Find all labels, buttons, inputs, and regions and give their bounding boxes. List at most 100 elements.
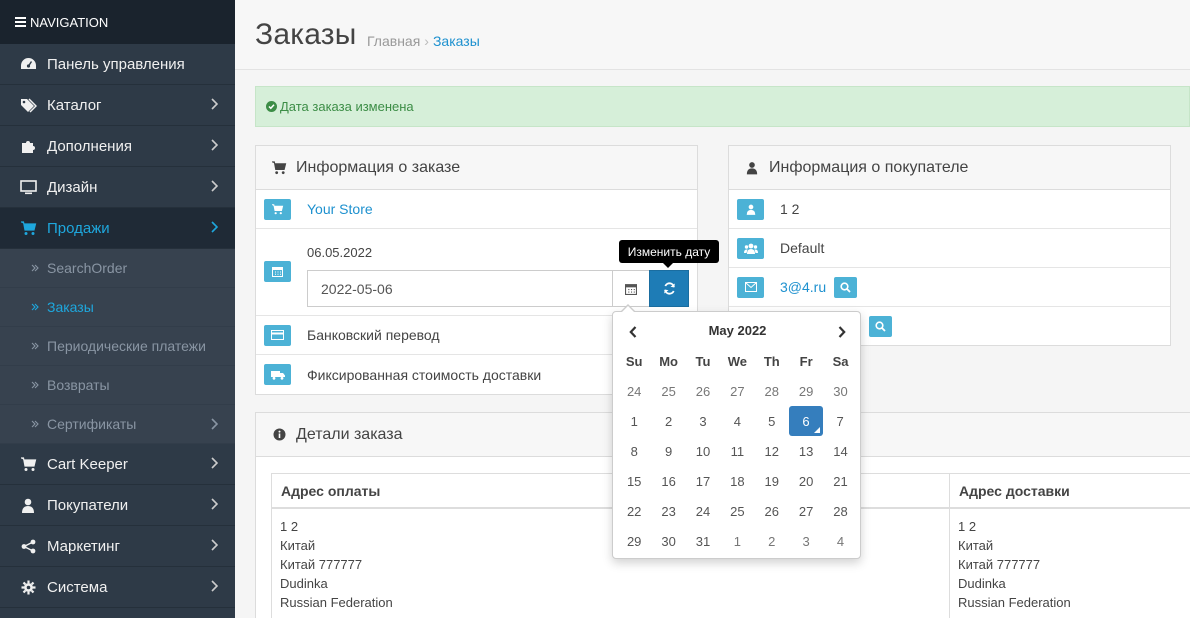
email-search-button[interactable] (834, 277, 857, 298)
day-cell[interactable]: 24 (686, 496, 720, 526)
day-cell[interactable]: 26 (755, 496, 789, 526)
day-cell[interactable]: 9 (651, 436, 685, 466)
day-cell[interactable]: 15 (617, 466, 651, 496)
customer-email-link[interactable]: 3@4.ru (780, 279, 826, 295)
panel-title: Детали заказа (296, 425, 403, 443)
day-cell[interactable]: 21 (823, 466, 857, 496)
hamburger-icon (15, 15, 26, 29)
day-cell[interactable]: 25 (651, 376, 685, 406)
day-cell[interactable]: 1 (720, 526, 754, 556)
day-cell[interactable]: 7 (823, 406, 857, 436)
chevron-right-icon (211, 580, 218, 592)
address-line: Russian Federation (958, 595, 1071, 610)
user-icon (19, 496, 37, 514)
datepicker-grid: Su Mo Tu We Th Fr Sa 24 25 26 27 28 29 30 1 2 3 4 5 6 7 8 9 10 1… (617, 346, 858, 556)
sidebar-item-customers[interactable]: Покупатели (0, 485, 235, 526)
day-cell[interactable]: 13 (789, 436, 823, 466)
sidebar-item-extensions[interactable]: Дополнения (0, 126, 235, 167)
day-cell[interactable]: 14 (823, 436, 857, 466)
day-cell[interactable]: 16 (651, 466, 685, 496)
day-cell[interactable]: 8 (617, 436, 651, 466)
chevron-right-icon (211, 180, 218, 192)
sidebar-item-design[interactable]: Дизайн (0, 167, 235, 208)
day-cell[interactable]: 2 (651, 406, 685, 436)
sidebar-subitem-returns[interactable]: Возвраты (0, 366, 235, 405)
users-icon (737, 237, 764, 259)
customer-group-row: Default (729, 229, 1170, 268)
check-circle-icon (266, 101, 277, 112)
sidebar-item-marketing[interactable]: Маркетинг (0, 526, 235, 567)
double-chevron-icon (31, 381, 39, 389)
store-link[interactable]: Your Store (307, 201, 373, 217)
customer-name-row: 1 2 (729, 190, 1170, 229)
alert-text: Дата заказа изменена (280, 99, 414, 114)
weekday-label: Mo (659, 353, 678, 369)
weekday-label: Su (625, 353, 643, 369)
order-date-input[interactable]: 2022-05-06 (307, 270, 613, 307)
next-month-button[interactable] (832, 322, 852, 342)
day-cell[interactable]: 28 (755, 376, 789, 406)
calendar-icon (625, 283, 637, 295)
day-cell[interactable]: 24 (617, 376, 651, 406)
day-cell[interactable]: 25 (720, 496, 754, 526)
breadcrumb-home[interactable]: Главная (367, 33, 420, 49)
phone-search-button[interactable] (869, 316, 892, 337)
sidebar-item-dashboard[interactable]: Панель управления (0, 44, 235, 85)
day-cell[interactable]: 27 (789, 496, 823, 526)
week-row: 8 9 10 11 12 13 14 (617, 436, 858, 466)
day-cell[interactable]: 2 (755, 526, 789, 556)
day-cell[interactable]: 4 (823, 526, 857, 556)
address-line: Китай 777777 (958, 557, 1041, 572)
breadcrumb-current[interactable]: Заказы (433, 33, 480, 49)
truck-icon (264, 364, 291, 385)
day-cell[interactable]: 18 (720, 466, 754, 496)
address-line: Китай 777777 (280, 557, 363, 572)
day-cell[interactable]: 10 (686, 436, 720, 466)
day-cell[interactable]: 20 (789, 466, 823, 496)
day-cell[interactable]: 6 (788, 406, 823, 436)
sidebar-item-cart-keeper[interactable]: Cart Keeper (0, 444, 235, 485)
sidebar-subitem-orders[interactable]: Заказы (0, 288, 235, 327)
nav-header[interactable]: NAVIGATION (0, 0, 235, 44)
payment-method: Банковский перевод (307, 327, 440, 343)
share-icon (19, 537, 37, 555)
day-cell[interactable]: 31 (686, 526, 720, 556)
day-cell[interactable]: 12 (755, 436, 789, 466)
sidebar-subitem-vouchers[interactable]: Сертификаты (0, 405, 235, 444)
customer-email-row: 3@4.ru (729, 268, 1170, 307)
day-cell[interactable]: 28 (823, 496, 857, 526)
chevron-right-icon (211, 457, 218, 469)
table-border (271, 509, 272, 618)
day-cell[interactable]: 1 (617, 406, 651, 436)
sidebar-subitem-label: Периодические платежи (47, 338, 206, 354)
day-cell[interactable]: 4 (720, 406, 754, 436)
day-cell[interactable]: 26 (686, 376, 720, 406)
day-cell[interactable]: 29 (617, 526, 651, 556)
sidebar-subitem-recurring[interactable]: Периодические платежи (0, 327, 235, 366)
chevron-right-icon (211, 139, 218, 151)
day-cell[interactable]: 19 (755, 466, 789, 496)
day-cell[interactable]: 23 (651, 496, 685, 526)
day-cell[interactable]: 22 (617, 496, 651, 526)
sidebar-item-system[interactable]: Система (0, 567, 235, 608)
day-cell[interactable]: 27 (720, 376, 754, 406)
refresh-date-button[interactable] (649, 270, 689, 307)
day-cell[interactable]: 3 (789, 526, 823, 556)
weekday-label: We (727, 353, 747, 369)
shipping-address-header: Адрес доставки (949, 473, 1190, 509)
day-cell[interactable]: 3 (686, 406, 720, 436)
sidebar-subitem-label: Возвраты (47, 377, 110, 393)
day-cell[interactable]: 29 (789, 376, 823, 406)
sidebar-item-catalog[interactable]: Каталог (0, 85, 235, 126)
day-cell[interactable]: 30 (823, 376, 857, 406)
sidebar-subitem-searchorder[interactable]: SearchOrder (0, 249, 235, 288)
address-line: Russian Federation (280, 595, 393, 610)
day-cell[interactable]: 30 (651, 526, 685, 556)
calendar-button[interactable] (612, 270, 650, 307)
sidebar-item-sales[interactable]: Продажи (0, 208, 235, 249)
day-cell[interactable]: 17 (686, 466, 720, 496)
day-cell[interactable]: 5 (755, 406, 789, 436)
envelope-icon (737, 276, 764, 298)
datepicker-month[interactable]: May 2022 (613, 323, 862, 338)
day-cell[interactable]: 11 (720, 436, 754, 466)
